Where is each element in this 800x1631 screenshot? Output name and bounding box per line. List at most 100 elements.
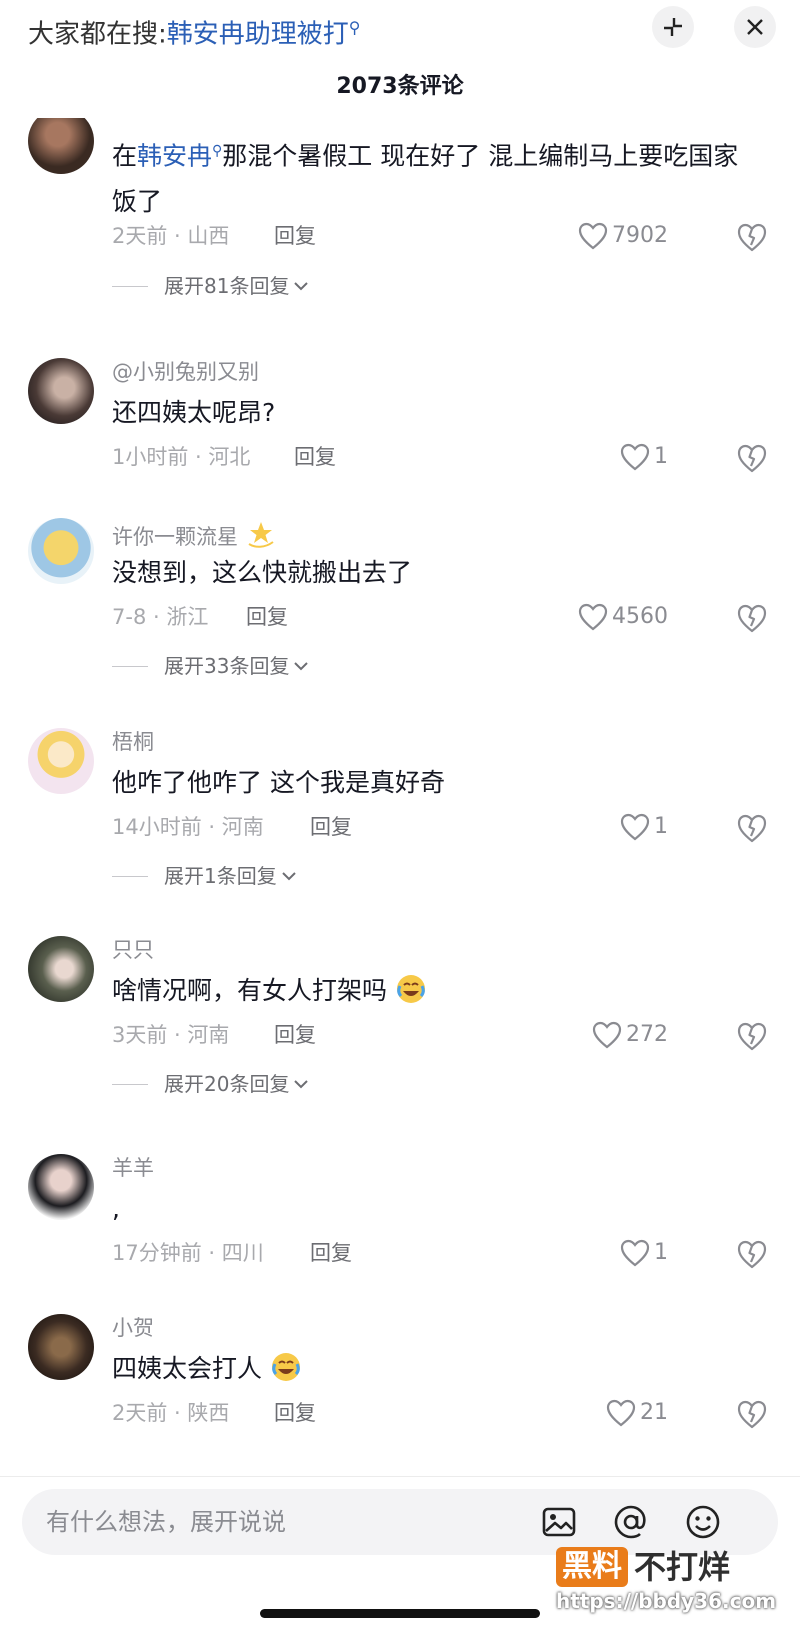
divider [112, 665, 148, 667]
close-icon [747, 19, 763, 35]
comment-username[interactable]: 羊羊 [112, 1154, 154, 1182]
expand-replies-button[interactable]: 展开33条回复 [112, 652, 309, 680]
comment-text: 没想到，这么快就搬出去了 [112, 558, 413, 587]
reply-button[interactable]: 回复 [246, 602, 288, 632]
like-count: 4560 [612, 604, 668, 629]
close-button[interactable] [734, 6, 776, 48]
crying-laughing-emoji-icon [271, 1353, 300, 1381]
collapse-icon [664, 18, 682, 36]
reply-button[interactable]: 回复 [274, 1398, 316, 1428]
avatar[interactable] [28, 1154, 94, 1220]
avatar[interactable] [28, 728, 94, 794]
heart-icon [620, 1239, 650, 1267]
reply-button[interactable]: 回复 [294, 442, 336, 472]
comment-list[interactable]: 在韩安冉⚲那混个暑假工 现在好了 混上编制马上要吃国家饭了 2天前 · 山西 回… [0, 118, 800, 1476]
comment-count-title: 2073条评论 [336, 74, 464, 99]
heart-icon [578, 222, 608, 250]
avatar[interactable] [28, 1314, 94, 1380]
like-button[interactable]: 1 [620, 442, 668, 472]
comment-text: 在韩安冉⚲那混个暑假工 现在好了 混上编制马上要吃国家饭了 [112, 141, 739, 217]
dislike-icon[interactable] [736, 1238, 768, 1270]
comment-time-location: 14小时前 · 河南 [112, 815, 264, 839]
divider [112, 1083, 148, 1085]
like-count: 1 [654, 444, 668, 469]
comment-time-location: 17分钟前 · 四川 [112, 1241, 264, 1265]
chevron-down-icon [294, 1080, 309, 1089]
dislike-icon[interactable] [736, 442, 768, 474]
watermark-badge: 黑料 [556, 1547, 628, 1587]
watermark-url: https://bbdy36.com [556, 1589, 777, 1613]
top-bar: 大家都在搜:韩安冉助理被打⚲ [0, 0, 800, 60]
collapse-button[interactable] [652, 6, 694, 48]
comment-text: 他咋了他咋了 这个我是真好奇 [112, 768, 445, 797]
comment-username[interactable]: 小贺 [112, 1314, 154, 1342]
dislike-icon[interactable] [736, 602, 768, 634]
home-indicator[interactable] [260, 1609, 540, 1618]
comment-text: 四姨太会打人 [112, 1346, 752, 1392]
like-button[interactable]: 1 [620, 812, 668, 842]
dislike-icon[interactable] [736, 221, 768, 253]
like-count: 21 [640, 1400, 668, 1425]
reply-button[interactable]: 回复 [310, 812, 352, 842]
like-button[interactable]: 272 [592, 1020, 668, 1050]
divider [112, 285, 148, 287]
heart-icon [592, 1021, 622, 1049]
comment-time-location: 2天前 · 山西 [112, 224, 230, 248]
expand-replies-button[interactable]: 展开1条回复 [112, 862, 297, 890]
emoji-icon[interactable] [684, 1503, 722, 1541]
crying-laughing-emoji-icon [396, 975, 425, 1003]
comment-text: 啥情况啊，有女人打架吗 [112, 968, 752, 1014]
dislike-icon[interactable] [736, 1020, 768, 1052]
reply-button[interactable]: 回复 [274, 221, 316, 251]
chevron-down-icon [294, 282, 309, 291]
search-suggestion-prefix: 大家都在搜: [28, 19, 167, 50]
mention-icon[interactable] [612, 1503, 650, 1541]
comment-text: , [112, 1194, 120, 1223]
like-button[interactable]: 4560 [578, 602, 668, 632]
search-icon: ⚲ [212, 143, 223, 159]
comment-username[interactable]: 梧桐 [112, 728, 154, 756]
heart-icon [606, 1399, 636, 1427]
expand-replies-button[interactable]: 展开81条回复 [112, 272, 309, 300]
dizzy-star-emoji-icon [248, 522, 274, 548]
comment-time-location: 1小时前 · 河北 [112, 445, 251, 469]
comment-input-placeholder: 有什么想法，展开说说 [46, 1508, 286, 1536]
heart-icon [620, 443, 650, 471]
reply-button[interactable]: 回复 [274, 1020, 316, 1050]
reply-button[interactable]: 回复 [310, 1238, 352, 1268]
dislike-icon[interactable] [736, 812, 768, 844]
comment-keyword-link[interactable]: 韩安冉 [137, 141, 212, 170]
like-button[interactable]: 7902 [578, 221, 668, 251]
avatar[interactable] [28, 518, 94, 584]
comment-time-location: 7-8 · 浙江 [112, 605, 209, 629]
chevron-down-icon [282, 872, 296, 881]
search-suggestion-keyword[interactable]: 韩安冉助理被打 [167, 20, 349, 50]
avatar[interactable] [28, 936, 94, 1002]
heart-icon [578, 603, 608, 631]
comment-input[interactable]: 有什么想法，展开说说 [22, 1489, 778, 1555]
comment-input-bar: 有什么想法，展开说说 黑料 不打烊 https://bbdy36.com [0, 1476, 800, 1631]
comment-text: 还四姨太呢昂? [112, 398, 276, 427]
comment-time-location: 2天前 · 陕西 [112, 1401, 230, 1425]
like-count: 7902 [612, 223, 668, 248]
search-suggestion[interactable]: 大家都在搜:韩安冉助理被打⚲ [28, 8, 361, 55]
like-button[interactable]: 1 [620, 1238, 668, 1268]
heart-icon [620, 813, 650, 841]
expand-replies-button[interactable]: 展开20条回复 [112, 1070, 309, 1098]
watermark-text: 不打烊 [634, 1548, 731, 1586]
comment-username[interactable]: 许你一颗流星 [112, 518, 277, 551]
comment-username[interactable]: @小别兔别又别 [112, 358, 259, 386]
comment-time-location: 3天前 · 河南 [112, 1023, 230, 1047]
chevron-down-icon [294, 662, 309, 671]
dislike-icon[interactable] [736, 1398, 768, 1430]
search-icon: ⚲ [348, 18, 361, 37]
avatar[interactable] [28, 118, 94, 174]
like-button[interactable]: 21 [606, 1398, 668, 1428]
avatar[interactable] [28, 358, 94, 424]
divider [112, 875, 148, 877]
watermark-logo: 黑料 不打烊 https://bbdy36.com [556, 1547, 778, 1627]
like-count: 1 [654, 814, 668, 839]
comment-username[interactable]: 只只 [112, 936, 154, 964]
image-icon[interactable] [540, 1503, 578, 1541]
like-count: 272 [626, 1022, 668, 1047]
